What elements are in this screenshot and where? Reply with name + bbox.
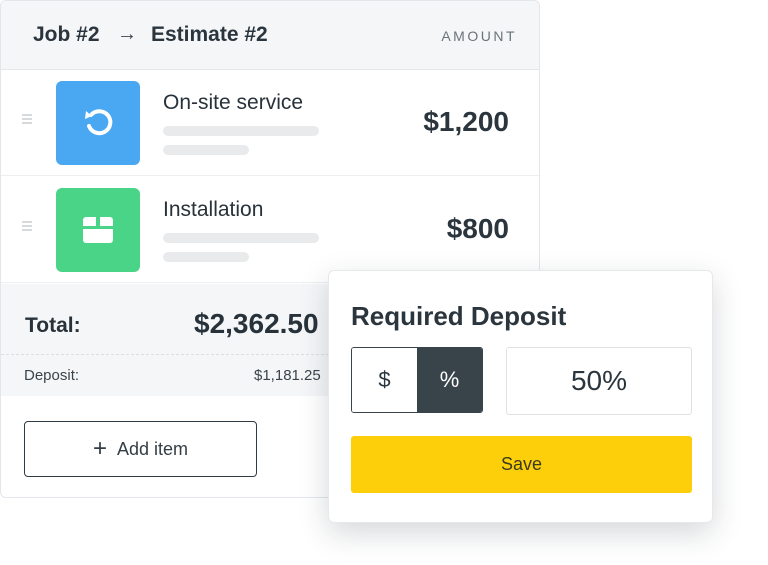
arrow-right-icon: → [117,23,137,45]
amount-column-header: AMOUNT [441,28,517,44]
placeholder-line [163,126,319,136]
percent-option[interactable]: % [417,348,482,412]
add-item-label: Add item [116,438,189,459]
placeholder-line [163,233,319,243]
total-label: Total: [25,314,81,337]
breadcrumb-estimate: Estimate #2 [151,23,268,46]
item-title: On-site service [163,91,304,114]
refresh-icon [56,81,140,165]
breadcrumb-job[interactable]: Job #2 [33,23,100,47]
item-price: $1,200 [423,106,509,137]
save-button[interactable]: Save [351,436,692,493]
placeholder-line [163,145,249,155]
deposit-value: $1,181.25 [254,367,321,384]
item-price: $800 [446,213,509,244]
required-deposit-popup: Required Deposit $ % 50% Save [328,270,713,523]
plus-icon: + [92,435,107,462]
deposit-type-toggle[interactable]: $ % [351,347,483,413]
deposit-label: Deposit: [24,367,80,384]
total-value: $2,362.50 [194,308,319,339]
popup-title: Required Deposit [351,301,567,331]
add-item-button[interactable]: + Add item [24,421,257,477]
dollar-option[interactable]: $ [352,348,417,412]
placeholder-line [163,252,249,262]
deposit-value-input[interactable]: 50% [506,347,692,415]
line-item[interactable]: On-site service $1,200 [1,70,539,176]
estimate-header: Job #2 → Estimate #2 AMOUNT [1,1,539,70]
drag-handle-icon[interactable] [22,114,32,126]
line-item[interactable]: Installation $800 [1,177,539,283]
box-icon [56,188,140,272]
item-title: Installation [163,198,264,221]
drag-handle-icon[interactable] [22,221,32,233]
